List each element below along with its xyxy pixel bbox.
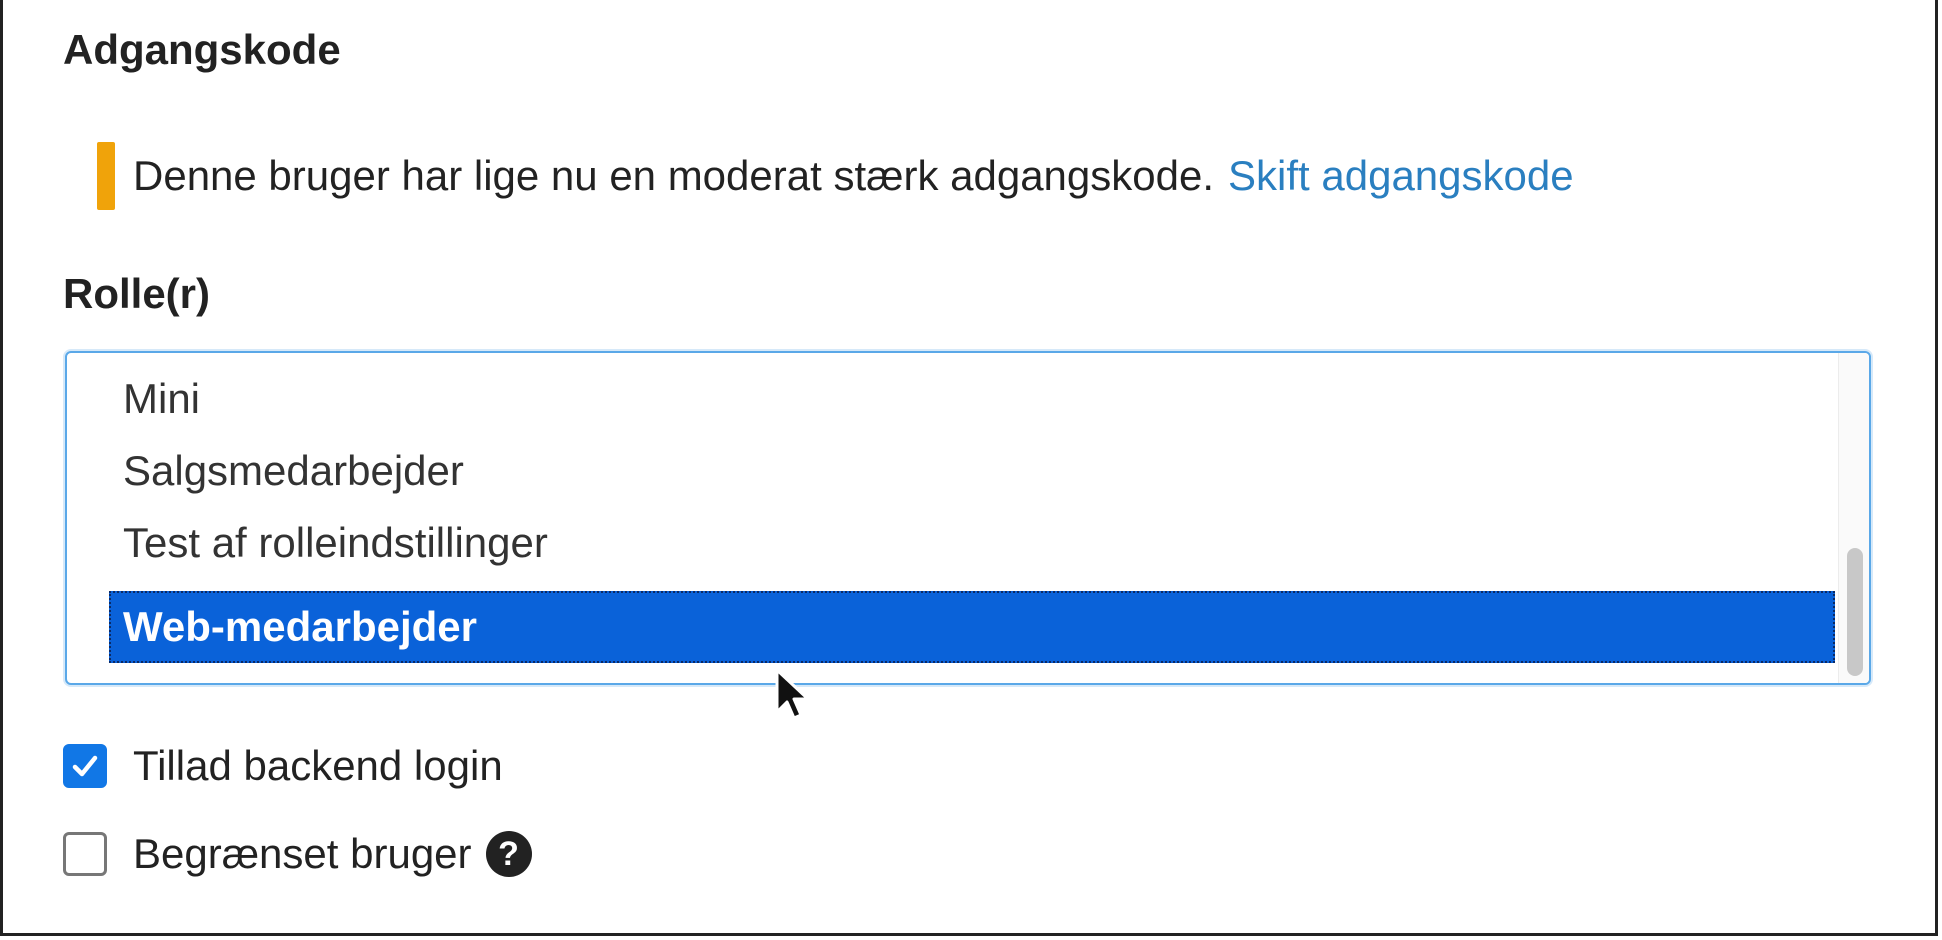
checkmark-icon	[72, 755, 98, 777]
role-option-salgsmedarbejder[interactable]: Salgsmedarbejder	[109, 435, 1835, 507]
backend-login-checkbox[interactable]	[63, 744, 107, 788]
backend-login-label: Tillad backend login	[133, 742, 503, 789]
question-circle-icon[interactable]: ?	[485, 831, 532, 877]
limited-user-label: Begrænset bruger	[133, 830, 472, 877]
change-password-link[interactable]: Skift adgangskode	[1228, 152, 1574, 200]
role-option-web-medarbejder[interactable]: Web-medarbejder	[109, 591, 1835, 663]
user-settings-panel: Adgangskode Denne bruger har lige nu en …	[0, 0, 1938, 936]
password-strength-text: Denne bruger har lige nu en moderat stær…	[133, 152, 1215, 199]
roles-listbox[interactable]: Mini Salgsmedarbejder Test af rolleindst…	[65, 351, 1871, 685]
password-strength-notice: Denne bruger har lige nu en moderat stær…	[97, 142, 1574, 210]
backend-login-row[interactable]: Tillad backend login	[63, 742, 503, 790]
limited-user-checkbox[interactable]	[63, 832, 107, 876]
role-option-mini[interactable]: Mini	[109, 363, 1835, 435]
roles-section-title: Rolle(r)	[63, 270, 210, 317]
strength-indicator-bar	[97, 142, 115, 210]
listbox-scrollbar-thumb[interactable]	[1847, 548, 1863, 676]
limited-user-row[interactable]: Begrænset bruger ?	[63, 830, 532, 878]
role-option-test-af-rolleindstillinger[interactable]: Test af rolleindstillinger	[109, 507, 1835, 579]
mouse-pointer-icon	[775, 668, 810, 720]
password-section-title: Adgangskode	[63, 26, 341, 73]
